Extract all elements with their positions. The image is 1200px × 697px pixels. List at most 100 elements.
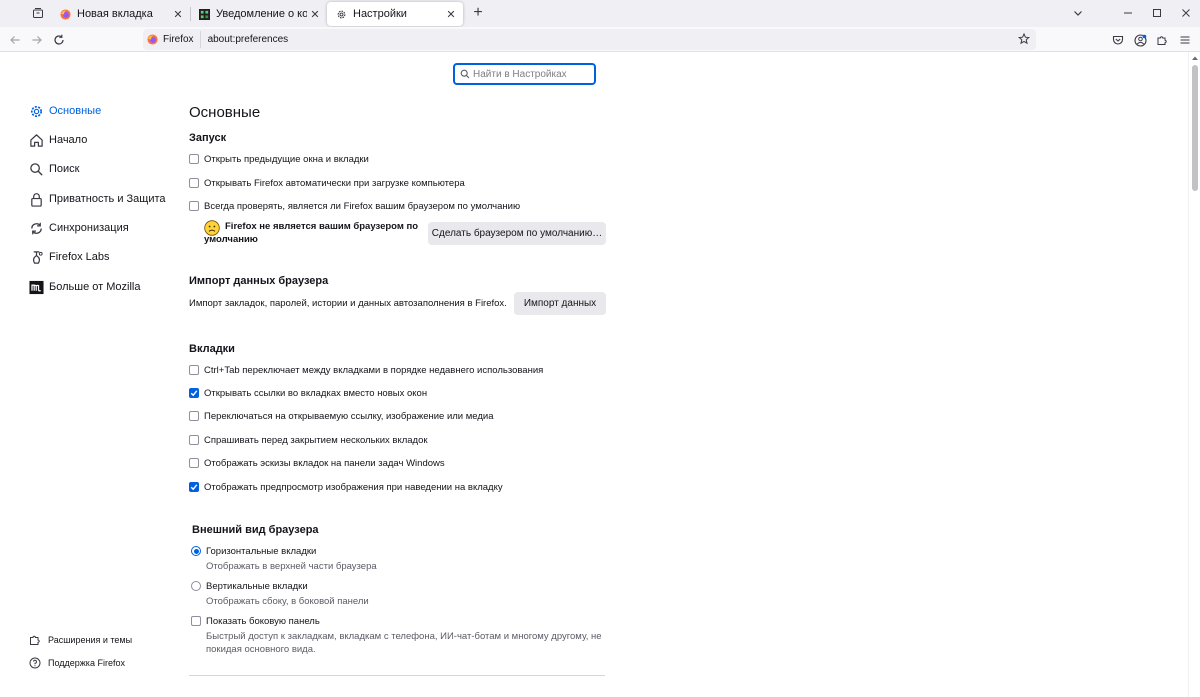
- checkbox-autostart[interactable]: Открывать Firefox автоматически при загр…: [189, 176, 465, 190]
- chevron-down-icon: [1074, 11, 1082, 16]
- checkbox[interactable]: [189, 365, 199, 375]
- maximize-button[interactable]: [1146, 3, 1168, 23]
- radio[interactable]: [191, 581, 201, 591]
- checkmark-icon: [190, 390, 198, 397]
- checkbox-tab-hover-preview[interactable]: Отображать предпросмотр изображения при …: [189, 480, 503, 494]
- extensions-button[interactable]: [1152, 30, 1172, 50]
- search-input[interactable]: [473, 68, 588, 80]
- plus-icon: +: [473, 4, 483, 21]
- default-browser-note: Firefox не является вашим браузером по у…: [204, 220, 419, 246]
- radio-label: Горизонтальные вкладки: [206, 545, 317, 557]
- back-arrow-icon: [10, 36, 20, 44]
- checkbox-taskbar-previews[interactable]: Отображать эскизы вкладок на панели зада…: [189, 456, 445, 470]
- checkbox-check-default-browser[interactable]: Всегда проверять, является ли Firefox ва…: [189, 199, 520, 213]
- help-icon: [29, 657, 41, 669]
- close-tab-icon[interactable]: ✕: [443, 6, 459, 22]
- puzzle-icon: [1157, 36, 1167, 45]
- checkbox-checked[interactable]: [189, 482, 199, 492]
- checkbox-switch-to-opened[interactable]: Переключаться на открываемую ссылку, изо…: [189, 409, 494, 423]
- sync-icon: [28, 220, 44, 236]
- url-text[interactable]: about:preferences: [208, 34, 289, 45]
- footer-link-firefox-support[interactable]: Поддержка Firefox: [29, 656, 125, 670]
- checkbox-show-sidebar[interactable]: Показать боковую панель: [191, 614, 320, 628]
- section-heading-import: Импорт данных браузера: [189, 275, 329, 287]
- settings-search[interactable]: [453, 63, 596, 85]
- footer-link-extensions-themes[interactable]: Расширения и темы: [29, 633, 132, 647]
- close-window-button[interactable]: [1175, 3, 1197, 23]
- account-button[interactable]: [1130, 30, 1150, 50]
- green-block-icon: [198, 8, 210, 20]
- gear-icon: [335, 8, 347, 20]
- import-data-button[interactable]: Импорт данных: [514, 292, 606, 315]
- checkbox[interactable]: [189, 458, 199, 468]
- checkbox[interactable]: [189, 435, 199, 445]
- make-default-button[interactable]: Сделать браузером по умолчанию…: [428, 222, 606, 245]
- sidebar-item-privacy[interactable]: Приватность и Защита: [28, 190, 166, 208]
- search-icon: [28, 161, 44, 177]
- checkmark-icon: [190, 484, 198, 491]
- sidebar-item-label: Firefox Labs: [49, 251, 110, 263]
- checkbox[interactable]: [189, 154, 199, 164]
- page-title: Основные: [189, 104, 261, 121]
- forward-button[interactable]: [27, 30, 47, 50]
- app-menu-button[interactable]: [1175, 30, 1195, 50]
- scroll-up-arrow-icon[interactable]: [1191, 54, 1199, 62]
- checkbox[interactable]: [189, 411, 199, 421]
- checkbox-label: Открывать Firefox автоматически при загр…: [204, 177, 465, 189]
- footer-link-label: Расширения и темы: [48, 635, 133, 645]
- radio-vertical-tabs[interactable]: Вертикальные вкладки: [191, 579, 308, 593]
- puzzle-icon: [29, 634, 41, 646]
- checkbox-label: Всегда проверять, является ли Firefox ва…: [204, 200, 521, 212]
- checkbox-label: Показать боковую панель: [206, 615, 320, 627]
- sidebar-item-label: Приватность и Защита: [49, 193, 166, 205]
- tab-new-tab[interactable]: Новая вкладка ✕: [51, 2, 190, 26]
- checkbox-checked[interactable]: [189, 388, 199, 398]
- pocket-button[interactable]: [1108, 30, 1128, 50]
- new-tab-button[interactable]: +: [468, 3, 488, 23]
- labs-icon: [28, 249, 44, 265]
- section-heading-tabs: Вкладки: [189, 343, 235, 355]
- checkbox-open-links-in-tabs[interactable]: Открывать ссылки во вкладках вместо новы…: [189, 386, 427, 400]
- tab-privacy-notice[interactable]: Уведомление о конфиденциал ✕: [190, 2, 327, 26]
- checkbox-label: Открывать ссылки во вкладках вместо новы…: [204, 387, 428, 399]
- sidebar-item-general[interactable]: Основные: [28, 102, 101, 120]
- scrollbar-thumb[interactable]: [1192, 65, 1198, 191]
- reload-button[interactable]: [49, 30, 69, 50]
- sidebar-item-search[interactable]: Поиск: [28, 160, 79, 178]
- gear-icon: [28, 103, 44, 119]
- radio-selected[interactable]: [191, 546, 201, 556]
- sidebar-item-label: Синхронизация: [49, 222, 129, 234]
- pocket-icon: [1112, 35, 1124, 45]
- import-description: Импорт закладок, паролей, истории и данн…: [189, 297, 507, 309]
- back-button[interactable]: [5, 30, 25, 50]
- sidebar-item-firefox-labs[interactable]: Firefox Labs: [28, 248, 110, 266]
- url-bar[interactable]: Firefox about:preferences: [143, 29, 1036, 50]
- identity-box[interactable]: Firefox: [147, 31, 201, 48]
- list-all-tabs-button[interactable]: [1067, 3, 1089, 23]
- account-icon: [1133, 33, 1147, 47]
- hamburger-menu-icon: [1180, 36, 1190, 44]
- close-tab-icon[interactable]: ✕: [307, 6, 323, 22]
- checkbox-label: Спрашивать перед закрытием нескольких вк…: [204, 434, 428, 446]
- minimize-button[interactable]: [1117, 3, 1139, 23]
- sidebar-item-more-from-mozilla[interactable]: Больше от Mozilla: [28, 278, 140, 296]
- sidebar-item-home[interactable]: Начало: [28, 131, 87, 149]
- checkbox-restore-session[interactable]: Открыть предыдущие окна и вкладки: [189, 152, 369, 166]
- sidebar-item-sync[interactable]: Синхронизация: [28, 219, 129, 237]
- close-tab-icon[interactable]: ✕: [170, 6, 186, 22]
- radio-horizontal-tabs[interactable]: Горизонтальные вкладки: [191, 544, 316, 558]
- scrollbar[interactable]: [1188, 52, 1200, 697]
- checkbox[interactable]: [189, 201, 199, 211]
- tab-settings[interactable]: Настройки ✕: [327, 2, 463, 26]
- tab-list-button[interactable]: [26, 2, 50, 24]
- forward-arrow-icon: [32, 36, 42, 44]
- checkbox[interactable]: [191, 616, 201, 626]
- checkbox-ctrl-tab[interactable]: Ctrl+Tab переключает между вкладками в п…: [189, 363, 543, 377]
- checkbox-label: Ctrl+Tab переключает между вкладками в п…: [204, 364, 544, 376]
- sidebar-description-line-2: покидая основного вида.: [206, 644, 316, 655]
- bookmark-star-button[interactable]: [1016, 31, 1032, 47]
- checkbox-warn-close-tabs[interactable]: Спрашивать перед закрытием нескольких вк…: [189, 433, 428, 447]
- sidebar-item-label: Больше от Mozilla: [49, 281, 141, 293]
- section-heading-startup: Запуск: [189, 132, 227, 144]
- checkbox[interactable]: [189, 178, 199, 188]
